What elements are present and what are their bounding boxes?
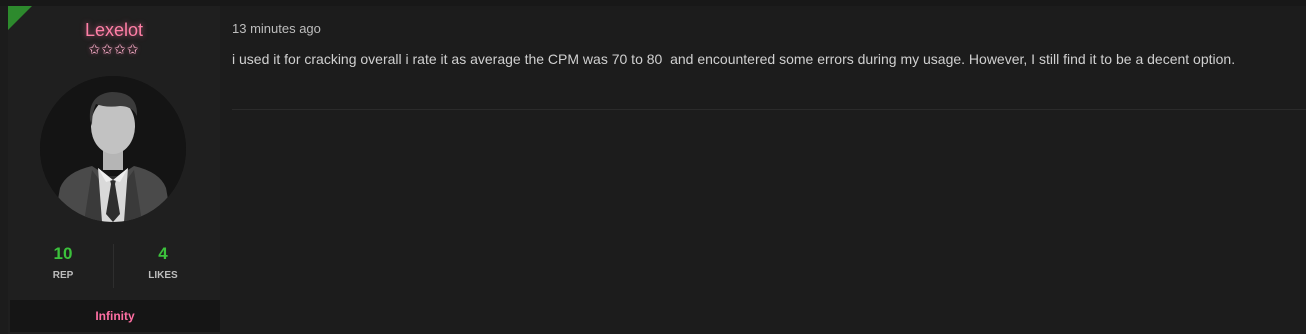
likes-label: LIKES <box>148 270 178 281</box>
post-content: 13 minutes ago i used it for cracking ov… <box>222 6 1306 334</box>
user-silhouette-icon <box>40 76 186 222</box>
rep-stat[interactable]: 10 REP <box>13 242 113 281</box>
author-panel: Lexelot ✩✩✩✩ 10 REP 4 LIKES Infinity <box>8 6 220 334</box>
post-timestamp[interactable]: 13 minutes ago <box>232 21 321 36</box>
rep-value: 10 <box>53 244 73 263</box>
post-message: i used it for cracking overall i rate it… <box>232 51 1236 67</box>
likes-value: 4 <box>158 244 168 263</box>
forum-post: Lexelot ✩✩✩✩ 10 REP 4 LIKES Infinity 13 … <box>0 0 1306 334</box>
likes-stat[interactable]: 4 LIKES <box>113 242 213 281</box>
author-username[interactable]: Lexelot <box>8 20 220 41</box>
rank-stars-icon: ✩✩✩✩ <box>88 41 140 57</box>
rep-label: REP <box>52 270 74 281</box>
post-divider <box>232 109 1306 110</box>
author-stats: 10 REP 4 LIKES <box>8 242 220 290</box>
author-avatar[interactable] <box>40 76 186 222</box>
usergroup-badge: Infinity <box>10 300 220 332</box>
